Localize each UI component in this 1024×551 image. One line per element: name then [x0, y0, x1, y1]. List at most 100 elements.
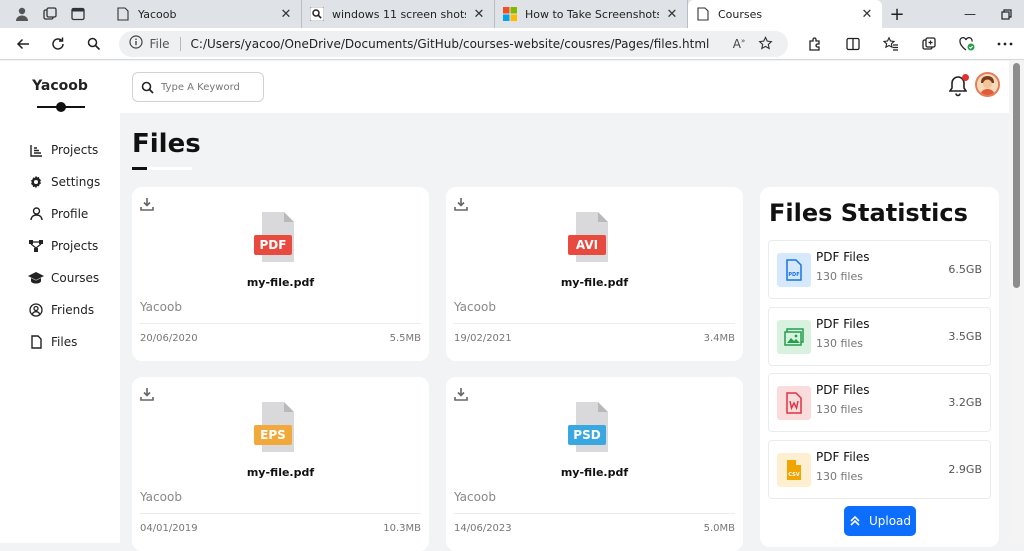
sidebar-item-label: Projects: [51, 143, 99, 157]
tab-title: windows 11 screen shots - Search: [332, 7, 466, 21]
sidebar-item-label: Files: [51, 335, 78, 349]
read-aloud-icon[interactable]: A»: [726, 37, 752, 51]
sidebar-item-files[interactable]: Files: [28, 332, 77, 352]
address-bar[interactable]: File C:/Users/yacoo/OneDrive/Documents/G…: [119, 30, 788, 57]
page-viewport: Yacoob Projects Settings Profile Project…: [0, 61, 1009, 551]
split-screen-icon[interactable]: [834, 28, 872, 60]
stat-name: PDF Files: [816, 383, 870, 397]
minimize-icon[interactable]: —: [952, 0, 988, 28]
file-type-badge: EPS: [254, 425, 292, 445]
tab-screenshots[interactable]: How to Take Screenshots on Windows ✕: [495, 0, 688, 28]
divider: [140, 323, 421, 324]
file-name: my-file.pdf: [246, 466, 315, 479]
restore-icon[interactable]: [988, 0, 1024, 28]
file-card[interactable]: PDF my-file.pdf Yacoob 20/06/2020 5.5MB: [132, 187, 429, 361]
browser-tab-bar: Yacoob ✕ windows 11 screen shots - Searc…: [0, 0, 1024, 28]
close-icon[interactable]: ✕: [665, 7, 679, 22]
tab-courses[interactable]: Courses ✕: [688, 0, 882, 28]
psd-file-icon: PSD: [568, 402, 616, 452]
sidebar-item-profile[interactable]: Profile: [28, 204, 88, 224]
close-icon[interactable]: ✕: [279, 7, 293, 22]
stat-size: 3.2GB: [948, 396, 982, 409]
extensions-icon[interactable]: [796, 28, 834, 60]
word-file-icon: [777, 386, 811, 420]
microsoft-logo-icon: [503, 7, 517, 21]
tab-yacoob[interactable]: Yacoob ✕: [108, 0, 302, 28]
sidebar-item-projects[interactable]: Projects: [28, 140, 98, 160]
chevron-up-icon: [849, 515, 861, 527]
more-options-icon[interactable]: [986, 28, 1024, 60]
graduation-cap-icon: [28, 270, 44, 286]
file-size: 5.5MB: [389, 333, 421, 344]
page-icon: [116, 7, 130, 21]
eps-file-icon: EPS: [254, 402, 302, 452]
file-owner: Yacoob: [454, 490, 496, 504]
file-card[interactable]: EPS my-file.pdf Yacoob 04/01/2019 10.3MB: [132, 377, 429, 551]
stats-title: Files Statistics: [769, 199, 968, 227]
divider: [140, 513, 421, 514]
title-underline: [132, 167, 147, 170]
upload-label: Upload: [868, 514, 912, 528]
sidebar-item-courses[interactable]: Courses: [28, 268, 99, 288]
download-icon[interactable]: [454, 387, 468, 401]
download-icon[interactable]: [140, 387, 154, 401]
sidebar-item-friends[interactable]: Friends: [28, 300, 94, 320]
collections-icon[interactable]: [910, 28, 948, 60]
search-icon[interactable]: [76, 28, 111, 60]
stat-row: PDF Files 130 files 3.2GB: [768, 373, 991, 432]
download-icon[interactable]: [454, 197, 468, 211]
sidebar-item-settings[interactable]: Settings: [28, 172, 100, 192]
url-text[interactable]: C:/Users/yacoo/OneDrive/Documents/GitHub…: [191, 37, 726, 51]
back-arrow-icon[interactable]: [5, 28, 40, 60]
workspaces-icon[interactable]: [36, 0, 64, 28]
address-toolbar: File C:/Users/yacoo/OneDrive/Documents/G…: [0, 28, 1024, 60]
brand-dot: [56, 102, 66, 112]
tab-title: How to Take Screenshots on Windows: [525, 7, 659, 21]
window-controls: —: [952, 0, 1024, 28]
tab-bar-left-controls: [0, 0, 108, 28]
file-card[interactable]: AVI my-file.pdf Yacoob 19/02/2021 3.4MB: [446, 187, 743, 361]
file-owner: Yacoob: [140, 490, 182, 504]
search-input[interactable]: Type A Keyword: [132, 72, 264, 102]
avi-file-icon: AVI: [568, 212, 616, 262]
refresh-icon[interactable]: [40, 28, 75, 60]
close-icon[interactable]: ✕: [860, 7, 874, 22]
sidebar-item-label: Friends: [51, 303, 95, 317]
stat-row: PDF PDF Files 130 files 6.5GB: [768, 240, 991, 299]
svg-text:PDF: PDF: [788, 272, 799, 278]
file-name: my-file.pdf: [246, 276, 315, 289]
download-icon[interactable]: [140, 197, 154, 211]
file-date: 04/01/2019: [140, 523, 198, 534]
stat-name: PDF Files: [816, 450, 870, 464]
avatar[interactable]: [975, 72, 1000, 97]
file-type-badge: PSD: [568, 425, 606, 445]
search-icon: [141, 80, 155, 94]
favorite-star-icon[interactable]: [752, 36, 778, 51]
file-size: 10.3MB: [383, 523, 421, 534]
scrollbar-thumb[interactable]: [1013, 63, 1020, 288]
sidebar-item-label: Courses: [51, 271, 100, 285]
browser-essentials-icon[interactable]: [948, 28, 986, 60]
close-icon[interactable]: ✕: [472, 7, 486, 22]
sidebar: Yacoob Projects Settings Profile Project…: [0, 61, 120, 543]
profile-icon[interactable]: [8, 0, 36, 28]
file-date: 19/02/2021: [454, 333, 512, 344]
tab-search[interactable]: windows 11 screen shots - Search ✕: [302, 0, 495, 28]
upload-button[interactable]: Upload: [844, 506, 916, 536]
new-tab-button[interactable]: +: [882, 0, 912, 28]
tab-title: Yacoob: [138, 7, 177, 21]
stat-count: 130 files: [816, 470, 863, 483]
page-icon: [696, 7, 710, 21]
tab-actions-icon[interactable]: [64, 0, 92, 28]
csv-file-icon: CSV: [777, 453, 811, 487]
page-scrollbar[interactable]: [1009, 61, 1024, 543]
search-favicon: [310, 7, 324, 21]
info-icon[interactable]: [129, 35, 144, 52]
file-name: my-file.pdf: [560, 276, 629, 289]
favorites-icon[interactable]: [872, 28, 910, 60]
file-type-badge: AVI: [568, 235, 606, 255]
divider: [179, 36, 181, 51]
sidebar-item-projects-2[interactable]: Projects: [28, 236, 98, 256]
page-title: Files: [132, 129, 201, 159]
file-card[interactable]: PSD my-file.pdf Yacoob 14/06/2023 5.0MB: [446, 377, 743, 551]
